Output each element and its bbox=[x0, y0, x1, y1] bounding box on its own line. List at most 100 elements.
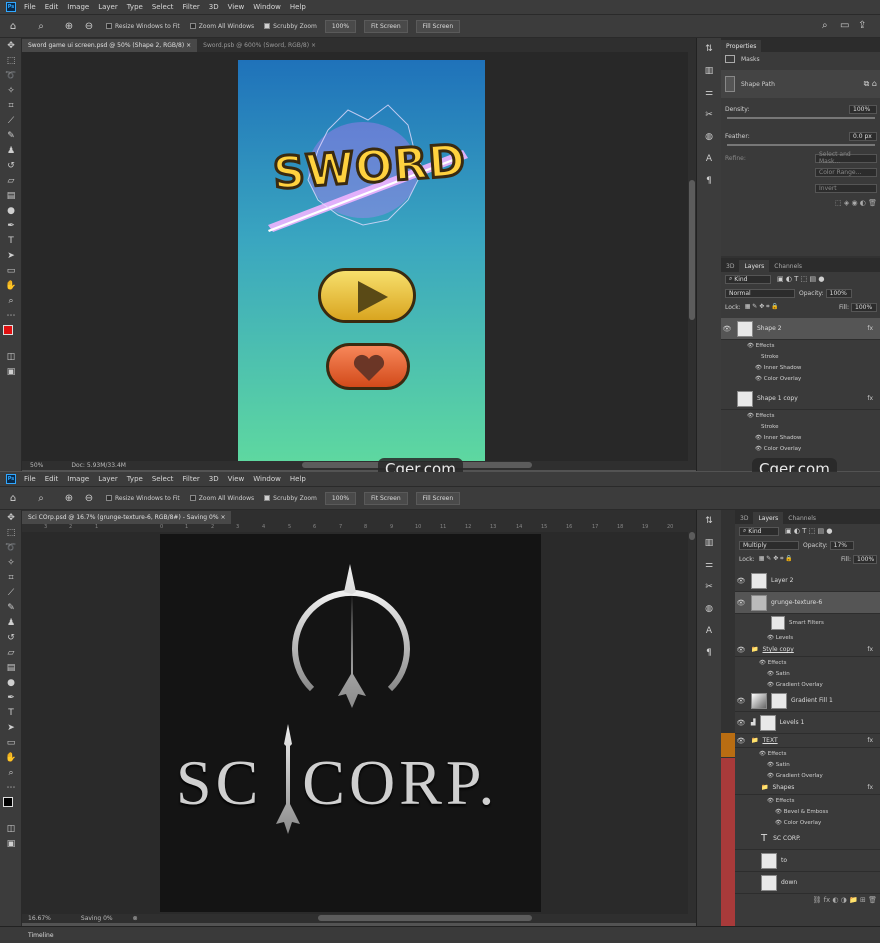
zoom-out-icon[interactable]: ⊖ bbox=[82, 491, 96, 505]
resize-windows-checkbox[interactable]: Resize Windows to Fit bbox=[106, 495, 180, 502]
eraser-icon[interactable]: ▱ bbox=[0, 173, 22, 188]
search-icon[interactable]: ⌕ bbox=[822, 20, 828, 31]
kind-filter[interactable]: ⌕ Kind bbox=[725, 274, 771, 284]
glyphs-icon[interactable]: ¶ bbox=[697, 642, 721, 664]
effect-row[interactable]: 👁 Effects bbox=[735, 748, 880, 759]
menu-help[interactable]: Help bbox=[290, 3, 306, 11]
crop-tool-icon[interactable]: ⌗ bbox=[0, 570, 22, 585]
zoom-all-checkbox[interactable]: Zoom All Windows bbox=[189, 23, 254, 30]
layer-shapes-group[interactable]: 📁 Shapes fx bbox=[735, 781, 880, 795]
pen-tool-icon[interactable]: ✒ bbox=[0, 690, 22, 705]
visibility-eye-icon[interactable]: 👁 bbox=[735, 737, 747, 745]
layer-shape-2[interactable]: 👁 Shape 2 fx bbox=[721, 318, 880, 340]
effect-row[interactable]: 👁 Satin bbox=[735, 668, 880, 679]
zoom-level[interactable]: 50% bbox=[30, 462, 43, 469]
effect-row[interactable]: 👁 Inner Shadow bbox=[721, 362, 880, 373]
effect-row[interactable]: 👁 Bevel & Emboss bbox=[735, 806, 880, 817]
blend-mode-select[interactable]: Multiply bbox=[739, 540, 799, 550]
menu-help[interactable]: Help bbox=[290, 475, 306, 483]
menu-edit[interactable]: Edit bbox=[45, 475, 59, 483]
gradient-tool-icon[interactable]: ▤ bbox=[0, 188, 22, 203]
menu-filter[interactable]: Filter bbox=[182, 475, 199, 483]
tab-3d[interactable]: 3D bbox=[721, 260, 739, 272]
select-mask-button[interactable]: Select and Mask... bbox=[815, 151, 877, 165]
properties-icon[interactable]: ▥ bbox=[697, 60, 721, 82]
menu-window[interactable]: Window bbox=[253, 475, 281, 483]
quick-mask-icon[interactable]: ◫ bbox=[0, 821, 22, 836]
glyphs-icon[interactable]: ¶ bbox=[697, 170, 721, 192]
path-select-icon[interactable]: ➤ bbox=[0, 720, 22, 735]
tab-layers[interactable]: Layers bbox=[753, 512, 784, 524]
cancel-save-icon[interactable]: ⊗ bbox=[133, 915, 138, 922]
zoom-100-button[interactable]: 100% bbox=[324, 19, 357, 33]
kind-filter[interactable]: ⌕ Kind bbox=[739, 526, 779, 536]
move-tool-icon[interactable]: ✥ bbox=[0, 510, 22, 525]
effect-row[interactable]: 👁 Color Overlay bbox=[721, 373, 880, 384]
stamp-tool-icon[interactable]: ♟ bbox=[0, 615, 22, 630]
fill-field[interactable]: 100% bbox=[853, 554, 877, 564]
menu-filter[interactable]: Filter bbox=[182, 3, 199, 11]
fx-icon[interactable]: fx bbox=[867, 325, 873, 332]
shape-tool-icon[interactable]: ▭ bbox=[0, 263, 22, 278]
layer-levels-1[interactable]: 👁 ▟ Levels 1 bbox=[735, 712, 880, 734]
tab-channels[interactable]: Channels bbox=[783, 512, 821, 524]
fill-screen-button[interactable]: Fill Screen bbox=[415, 19, 461, 33]
lasso-tool-icon[interactable]: ➰ bbox=[0, 540, 22, 555]
paragraph-icon[interactable]: A bbox=[697, 620, 721, 642]
fx-icon[interactable]: fx bbox=[867, 784, 873, 791]
effect-row[interactable]: 👁 Color Overlay bbox=[735, 817, 880, 828]
tab-channels[interactable]: Channels bbox=[769, 260, 807, 272]
effect-row[interactable]: 👁 Inner Shadow bbox=[721, 432, 880, 443]
screen-mode-icon[interactable]: ▣ bbox=[0, 364, 22, 379]
invert-button[interactable]: Invert bbox=[815, 183, 877, 193]
fill-field[interactable]: 100% bbox=[851, 302, 877, 312]
effect-row[interactable]: 👁 Effects bbox=[721, 410, 880, 421]
vertical-scrollbar-2[interactable] bbox=[688, 532, 696, 914]
layer-layer-2[interactable]: 👁 Layer 2 bbox=[735, 570, 880, 592]
color-range-button[interactable]: Color Range... bbox=[815, 167, 877, 177]
fx-icon[interactable]: fx bbox=[867, 737, 873, 744]
layer-sc-corp-text[interactable]: T SC CORP. bbox=[735, 828, 880, 850]
zoom-100-button[interactable]: 100% bbox=[324, 491, 357, 505]
menu-type[interactable]: Type bbox=[127, 3, 143, 11]
effect-row[interactable]: 👁 Gradient Overlay bbox=[735, 770, 880, 781]
menu-layer[interactable]: Layer bbox=[98, 475, 118, 483]
feather-slider[interactable] bbox=[727, 144, 875, 146]
effect-row[interactable]: 👁 Effects bbox=[735, 657, 880, 668]
marquee-tool-icon[interactable]: ⬚ bbox=[0, 525, 22, 540]
effect-row[interactable]: 👁 Gradient Overlay bbox=[735, 679, 880, 690]
fx-icon[interactable]: fx bbox=[867, 395, 873, 402]
effect-row[interactable]: 👁 Effects bbox=[735, 795, 880, 806]
tab-sci-corp[interactable]: Sci COrp.psd @ 16.7% (grunge-texture-6, … bbox=[22, 511, 232, 524]
timeline-bar[interactable]: Timeline bbox=[0, 926, 880, 943]
menu-select[interactable]: Select bbox=[152, 3, 174, 11]
menu-3d[interactable]: 3D bbox=[209, 475, 219, 483]
quick-mask-icon[interactable]: ◫ bbox=[0, 349, 22, 364]
effect-row[interactable]: 👁 Effects bbox=[721, 340, 880, 351]
scrubby-zoom-checkbox[interactable]: Scrubby Zoom bbox=[264, 495, 317, 502]
fx-icon[interactable]: fx bbox=[867, 646, 873, 653]
tab-properties[interactable]: Properties bbox=[721, 40, 762, 52]
history-icon[interactable]: ⇅ bbox=[697, 510, 721, 532]
scrubby-zoom-checkbox[interactable]: Scrubby Zoom bbox=[264, 23, 317, 30]
filter-icons[interactable]: ▣ ◐ T ⬚ ▤ ● bbox=[785, 527, 832, 535]
magic-wand-icon[interactable]: ✧ bbox=[0, 83, 22, 98]
brush-tool-icon[interactable]: ✎ bbox=[0, 600, 22, 615]
move-tool-icon[interactable]: ✥ bbox=[0, 38, 22, 53]
zoom-tool-icon-2[interactable]: ⌕ bbox=[0, 293, 22, 308]
styles-icon[interactable]: ◍ bbox=[697, 126, 721, 148]
lock-icons[interactable]: ▦ ✎ ✥ ⌗ 🔒 bbox=[745, 303, 779, 311]
effect-row[interactable]: Stroke bbox=[721, 421, 880, 432]
home-icon[interactable]: ⌂ bbox=[6, 19, 20, 33]
layer-shape-1-copy[interactable]: Shape 1 copy fx bbox=[721, 388, 880, 410]
smart-filters-row[interactable]: Smart Filters bbox=[735, 614, 880, 632]
zoom-all-checkbox[interactable]: Zoom All Windows bbox=[189, 495, 254, 502]
menu-view[interactable]: View bbox=[228, 3, 245, 11]
pen-tool-icon[interactable]: ✒ bbox=[0, 218, 22, 233]
screen-mode-icon[interactable]: ▣ bbox=[0, 836, 22, 851]
visibility-eye-icon[interactable]: 👁 bbox=[735, 719, 747, 727]
density-slider[interactable] bbox=[727, 117, 875, 119]
filter-icons[interactable]: ▣ ◐ T ⬚ ▤ ● bbox=[777, 275, 824, 283]
visibility-eye-icon[interactable]: 👁 bbox=[735, 697, 747, 705]
fit-screen-button[interactable]: Fit Screen bbox=[364, 491, 408, 505]
